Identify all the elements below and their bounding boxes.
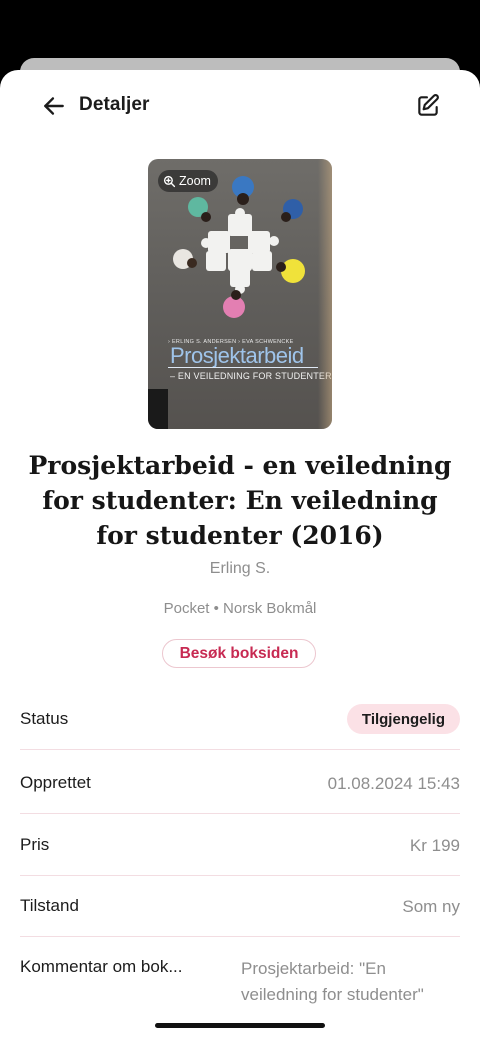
visit-book-page-button[interactable]: Besøk boksiden xyxy=(162,639,316,668)
page-title: Detaljer xyxy=(79,94,150,115)
condition-row: Tilstand Som ny xyxy=(20,876,460,937)
book-title: Prosjektarbeid - en veiledning for stude… xyxy=(28,451,452,550)
header: Detaljer xyxy=(0,70,480,140)
status-label: Status xyxy=(20,709,69,728)
cover-corner-shadow xyxy=(148,389,168,429)
details-sheet: Detaljer › ERLING S. ANDERSEN › EVA SCHW… xyxy=(0,70,480,1039)
created-row: Opprettet 01.08.2024 15:43 xyxy=(20,753,460,814)
zoom-button[interactable]: Zoom xyxy=(158,170,218,192)
home-indicator[interactable] xyxy=(155,1023,325,1028)
arrow-left-icon xyxy=(44,97,64,115)
price-label: Pris xyxy=(20,835,50,854)
book-author: Erling S. xyxy=(209,560,271,577)
back-button[interactable] xyxy=(38,90,70,122)
condition-value: Som ny xyxy=(402,897,460,916)
status-row: Status Tilgjengelig xyxy=(20,689,460,750)
created-label: Opprettet xyxy=(20,773,91,792)
book-cover-image[interactable]: › ERLING S. ANDERSEN › EVA SCHWENCKE Pro… xyxy=(148,159,332,429)
condition-label: Tilstand xyxy=(20,896,79,915)
price-value: Kr 199 xyxy=(409,836,460,855)
created-value: 01.08.2024 15:43 xyxy=(327,774,460,793)
cover-illustration xyxy=(173,176,305,318)
cover-title: Prosjektarbeid xyxy=(170,343,304,368)
book-format-language: Pocket • Norsk Bokmål xyxy=(163,600,317,617)
cover-subtitle: – EN VEILEDNING FOR STUDENTER xyxy=(170,371,332,381)
edit-button[interactable] xyxy=(412,90,444,122)
cover-edge xyxy=(318,159,332,429)
comment-label: Kommentar om bok... xyxy=(20,957,183,976)
zoom-in-icon xyxy=(163,175,176,187)
scroll-fade xyxy=(0,1000,480,1039)
status-badge: Tilgjengelig xyxy=(346,704,460,734)
cover-divider xyxy=(168,367,318,368)
zoom-label: Zoom xyxy=(179,174,211,188)
edit-icon xyxy=(418,94,439,116)
price-row: Pris Kr 199 xyxy=(20,815,460,876)
